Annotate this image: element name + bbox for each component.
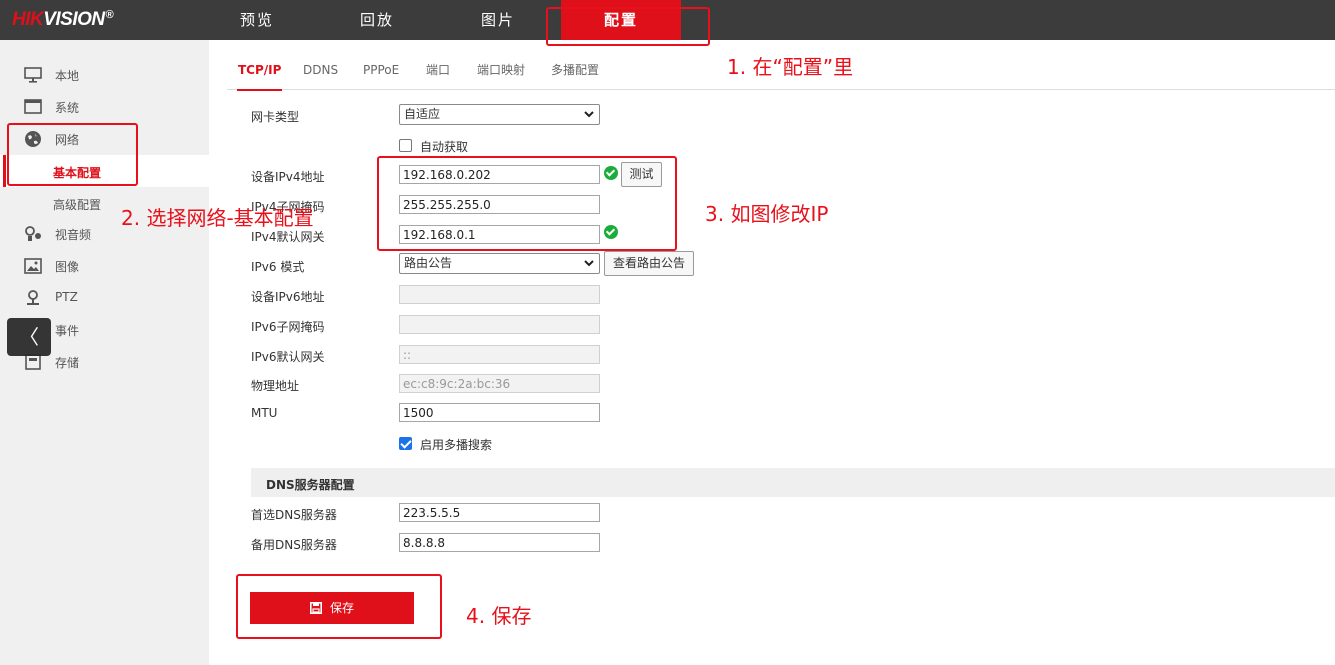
sidebar-collapse-button[interactable]: 〈	[7, 318, 51, 356]
primary-dns-label: 首选DNS服务器	[251, 508, 337, 522]
secondary-dns-label: 备用DNS服务器	[251, 538, 337, 552]
sidebar-item-label: 本地	[55, 69, 80, 83]
annotation-step-2: 2. 选择网络-基本配置	[121, 206, 314, 230]
tab-port[interactable]: 端口	[426, 58, 450, 90]
ipv6-mode-select[interactable]: 路由公告	[399, 253, 600, 274]
sidebar-item-label: 存储	[55, 356, 80, 370]
monitor-icon	[24, 67, 42, 83]
mac-address-input	[399, 374, 600, 393]
annotation-step-1: 1. 在“配置”里	[727, 55, 854, 79]
mac-address-label: 物理地址	[251, 379, 300, 393]
sidebar-item-local[interactable]: 本地	[0, 61, 209, 89]
nav-playback[interactable]: 回放	[317, 0, 437, 40]
mtu-label: MTU	[251, 406, 278, 420]
ipv6-address-input[interactable]	[399, 285, 600, 304]
ipv6-mode-label: IPv6 模式	[251, 260, 305, 274]
hikvision-logo: HIKVISION®	[12, 9, 114, 30]
ipv6-mask-label: IPv6子网掩码	[251, 320, 325, 334]
nic-type-label: 网卡类型	[251, 110, 300, 124]
dns-section-header: DNS服务器配置	[251, 468, 1335, 497]
sidebar-item-label: 系统	[55, 101, 80, 115]
ipv6-mask-input[interactable]	[399, 315, 600, 334]
sidebar-item-label: 视音频	[55, 228, 92, 242]
annotation-box-config	[546, 7, 710, 46]
nic-type-select[interactable]: 自适应	[399, 104, 600, 125]
dhcp-label: 自动获取	[420, 140, 469, 154]
sidebar-item-ptz[interactable]: PTZ	[0, 284, 209, 312]
view-route-advertisement-button[interactable]: 查看路由公告	[604, 251, 694, 276]
ptz-icon	[27, 290, 39, 305]
annotation-box-network	[7, 123, 138, 186]
ipv4-address-label: 设备IPv4地址	[251, 170, 325, 184]
ipv6-address-label: 设备IPv6地址	[251, 290, 325, 304]
active-indicator	[3, 155, 6, 187]
nav-preview[interactable]: 预览	[197, 0, 317, 40]
multicast-search-label: 启用多播搜索	[420, 438, 493, 452]
annotation-box-save	[236, 574, 442, 639]
annotation-box-ip	[377, 156, 677, 251]
tab-port-mapping[interactable]: 端口映射	[477, 58, 525, 90]
tab-ddns[interactable]: DDNS	[303, 58, 338, 90]
dhcp-checkbox[interactable]	[399, 139, 412, 152]
storage-icon	[25, 354, 41, 370]
image-icon	[24, 258, 42, 274]
sidebar-item-image[interactable]: 图像	[0, 252, 209, 280]
multicast-search-checkbox[interactable]	[399, 437, 412, 450]
chevron-down-icon	[584, 260, 594, 267]
audio-video-icon	[25, 226, 41, 241]
tab-pppoe[interactable]: PPPoE	[363, 58, 399, 90]
sidebar-item-label: PTZ	[55, 290, 78, 304]
sidebar-subitem-label: 高级配置	[53, 198, 102, 212]
secondary-dns-input[interactable]	[399, 533, 600, 552]
ipv6-gateway-label: IPv6默认网关	[251, 350, 325, 364]
sidebar-item-system[interactable]: 系统	[0, 93, 209, 121]
sidebar-item-label: 事件	[55, 324, 80, 338]
ipv6-gateway-input[interactable]	[399, 345, 600, 364]
sidebar-item-label: 图像	[55, 260, 80, 274]
chevron-down-icon	[584, 111, 594, 118]
tab-tcpip[interactable]: TCP/IP	[237, 58, 283, 91]
nav-picture[interactable]: 图片	[438, 0, 558, 40]
primary-dns-input[interactable]	[399, 503, 600, 522]
mtu-input[interactable]	[399, 403, 600, 422]
tab-multicast[interactable]: 多播配置	[551, 58, 599, 90]
annotation-step-4: 4. 保存	[466, 604, 532, 628]
annotation-step-3: 3. 如图修改IP	[705, 202, 829, 226]
system-window-icon	[24, 99, 42, 114]
